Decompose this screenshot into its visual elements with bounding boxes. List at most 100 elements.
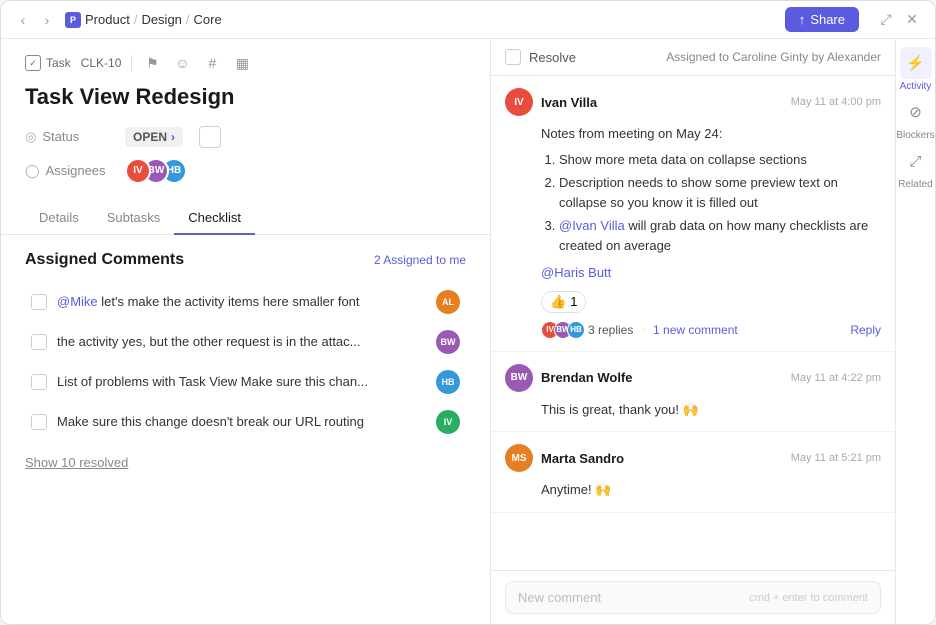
checklist-item-text: @Mike let's make the activity items here… xyxy=(57,294,426,309)
comment-time: May 11 at 4:00 pm xyxy=(791,96,881,108)
comment-input-area: New comment cmd + enter to comment xyxy=(491,570,895,624)
checklist-checkbox[interactable] xyxy=(31,294,47,310)
replies-count: 3 replies xyxy=(588,323,633,337)
comment-header: IV Ivan Villa May 11 at 4:00 pm xyxy=(505,88,881,116)
item-assignee-avatar: IV xyxy=(436,410,460,434)
comment-text: This is great, thank you! 🙌 xyxy=(541,402,699,417)
comment-input-row[interactable]: New comment cmd + enter to comment xyxy=(505,581,881,614)
status-badge[interactable]: OPEN › xyxy=(125,127,183,147)
checklist-item[interactable]: List of problems with Task View Make sur… xyxy=(25,363,466,401)
resolve-label: Resolve xyxy=(529,50,576,65)
section-header: Assigned Comments 2 Assigned to me xyxy=(25,251,466,269)
list-item-3: @Ivan Villa will grab data on how many c… xyxy=(559,216,881,255)
reply-avatars: IV BW HB xyxy=(541,321,580,339)
resolve-checkbox[interactable] xyxy=(505,49,521,65)
commenter-avatar: MS xyxy=(505,444,533,472)
breadcrumb-design[interactable]: Design xyxy=(141,12,181,27)
comment-intro: Notes from meeting on May 24: xyxy=(541,124,881,144)
checklist-item[interactable]: @Mike let's make the activity items here… xyxy=(25,283,466,321)
activity-sidebar-label: Activity xyxy=(900,81,932,92)
mention-1: @Mike xyxy=(57,294,98,309)
assignees-label: ◯ Assignees xyxy=(25,163,115,179)
sidebar-blockers-group: ⊘ Blockers xyxy=(896,96,934,141)
app-window: ‹ › P Product / Design / Core ↑ Share ⤢ … xyxy=(0,0,936,625)
sidebar-related-group: ⤢ Related xyxy=(898,145,932,190)
tab-checklist[interactable]: Checklist xyxy=(174,202,255,235)
nav-controls: ‹ › xyxy=(13,10,57,30)
reply-row: IV BW HB 3 replies · 1 new comment Reply xyxy=(541,321,881,339)
breadcrumb-sep-2: / xyxy=(186,12,190,27)
activity-panel: Resolve Assigned to Caroline Ginty by Al… xyxy=(491,39,895,624)
reaction-emoji: 👍 xyxy=(550,294,566,310)
link-icon[interactable]: # xyxy=(202,53,222,73)
close-button[interactable]: ✕ xyxy=(901,9,923,31)
main-content: ✓ Task CLK-10 ⚑ ☺ # ▦ Task View Redesign… xyxy=(1,39,935,624)
flag-icon[interactable]: ⚑ xyxy=(142,53,162,73)
comment-placeholder: New comment xyxy=(518,590,601,605)
list-item-2: Description needs to show some preview t… xyxy=(559,173,881,212)
resize-button[interactable]: ⤢ xyxy=(875,9,897,31)
commenter-avatar: IV xyxy=(505,88,533,116)
status-check-button[interactable] xyxy=(199,126,221,148)
checklist-item[interactable]: Make sure this change doesn't break our … xyxy=(25,403,466,441)
checklist-item[interactable]: the activity yes, but the other request … xyxy=(25,323,466,361)
assignees-avatars[interactable]: IV BW HB xyxy=(125,158,179,184)
show-resolved-link[interactable]: Show 10 resolved xyxy=(25,455,466,470)
assignees-icon: ◯ xyxy=(25,163,40,179)
checklist-checkbox[interactable] xyxy=(31,374,47,390)
breadcrumb: P Product / Design / Core xyxy=(65,12,222,28)
resolve-bar: Resolve Assigned to Caroline Ginty by Al… xyxy=(491,39,895,76)
assignees-row: ◯ Assignees IV BW HB xyxy=(25,158,466,184)
activity-sidebar-icon[interactable]: ⚡ xyxy=(900,47,932,79)
comment-body: Notes from meeting on May 24: Show more … xyxy=(541,124,881,283)
new-comment-badge: 1 new comment xyxy=(653,323,738,337)
task-title: Task View Redesign xyxy=(25,83,466,112)
resolve-assigned-text: Assigned to Caroline Ginty by Alexander xyxy=(666,50,881,64)
comment-time: May 11 at 4:22 pm xyxy=(791,372,881,384)
section-title: Assigned Comments xyxy=(25,251,184,269)
task-header: ✓ Task CLK-10 ⚑ ☺ # ▦ Task View Redesign… xyxy=(1,39,490,194)
emoji-icon[interactable]: ☺ xyxy=(172,53,192,73)
reply-button[interactable]: Reply xyxy=(850,323,881,337)
left-panel: ✓ Task CLK-10 ⚑ ☺ # ▦ Task View Redesign… xyxy=(1,39,491,624)
assigned-badge[interactable]: 2 Assigned to me xyxy=(374,253,466,267)
checklist-checkbox[interactable] xyxy=(31,334,47,350)
blockers-sidebar-icon[interactable]: ⊘ xyxy=(899,96,931,128)
task-tabs: Details Subtasks Checklist xyxy=(1,202,490,235)
share-icon: ↑ xyxy=(799,12,806,27)
breadcrumb-product[interactable]: Product xyxy=(85,12,130,27)
comment-text: Anytime! 🙌 xyxy=(541,482,611,497)
comment-shortcut: cmd + enter to comment xyxy=(749,592,868,604)
forward-button[interactable]: › xyxy=(37,10,57,30)
related-sidebar-label: Related xyxy=(898,179,932,190)
comment-time: May 11 at 5:21 pm xyxy=(791,452,881,464)
tab-details[interactable]: Details xyxy=(25,202,93,235)
blockers-sidebar-label: Blockers xyxy=(896,130,934,141)
titlebar: ‹ › P Product / Design / Core ↑ Share ⤢ … xyxy=(1,1,935,39)
status-icon: ◎ xyxy=(25,129,36,145)
checklist-content: Assigned Comments 2 Assigned to me @Mike… xyxy=(1,235,490,624)
comment-body: Anytime! 🙌 xyxy=(541,480,881,500)
task-type-label: Task xyxy=(46,56,71,70)
tab-subtasks[interactable]: Subtasks xyxy=(93,202,174,235)
assignee-avatar-1: IV xyxy=(125,158,151,184)
checklist-item-text: the activity yes, but the other request … xyxy=(57,334,426,349)
status-value: OPEN xyxy=(133,130,167,144)
breadcrumb-core[interactable]: Core xyxy=(194,12,222,27)
checklist-item-text: List of problems with Task View Make sur… xyxy=(57,374,426,389)
image-icon[interactable]: ▦ xyxy=(232,53,252,73)
sidebar-activity-group: ⚡ Activity xyxy=(900,47,932,92)
share-button[interactable]: ↑ Share xyxy=(785,7,859,32)
comment-body: This is great, thank you! 🙌 xyxy=(541,400,881,420)
task-id: CLK-10 xyxy=(81,56,122,70)
commenter-avatar: BW xyxy=(505,364,533,392)
checklist-checkbox[interactable] xyxy=(31,414,47,430)
emoji-reaction-button[interactable]: 👍 1 xyxy=(541,291,586,313)
comment-list: Show more meta data on collapse sections… xyxy=(541,150,881,256)
back-button[interactable]: ‹ xyxy=(13,10,33,30)
right-sidebar: ⚡ Activity ⊘ Blockers ⤢ Related xyxy=(895,39,935,624)
window-controls: ⤢ ✕ xyxy=(875,9,923,31)
checklist-item-text: Make sure this change doesn't break our … xyxy=(57,414,426,429)
haris-mention: @Haris Butt xyxy=(541,265,611,280)
related-sidebar-icon[interactable]: ⤢ xyxy=(900,145,932,177)
